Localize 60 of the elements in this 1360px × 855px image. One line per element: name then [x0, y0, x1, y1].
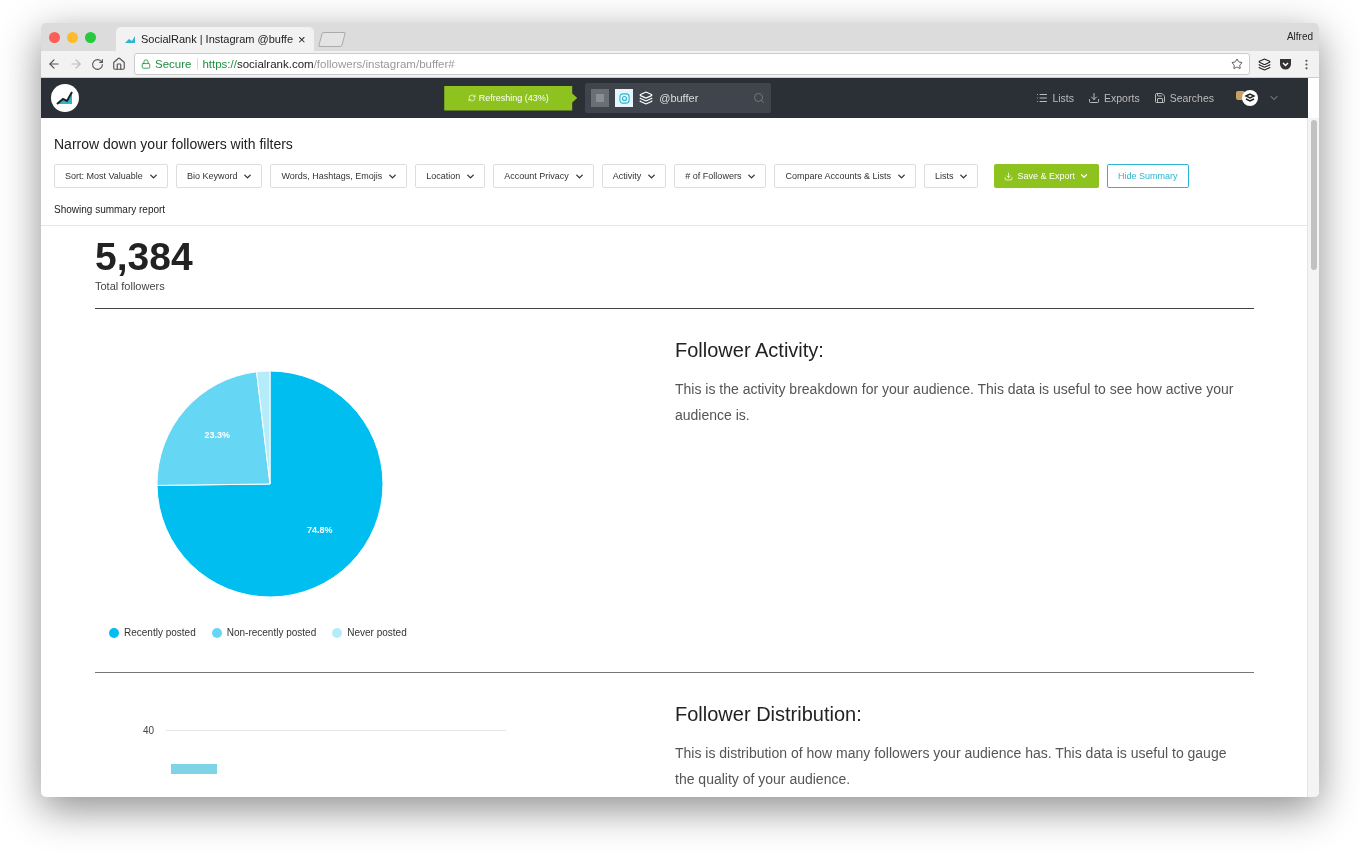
network-toggle[interactable]: [615, 89, 634, 107]
camera-icon: [618, 92, 630, 104]
total-count: 5,384: [95, 234, 194, 280]
section-heading: Follower Distribution:: [675, 703, 863, 726]
secure-label: Secure: [155, 58, 199, 70]
close-icon[interactable]: ×: [298, 31, 306, 47]
total-label: Total followers: [95, 280, 166, 292]
list-icon: [1036, 92, 1049, 104]
lock-icon: [141, 59, 151, 69]
filter-dropdown[interactable]: Compare Accounts & Lists: [774, 164, 916, 188]
search-icon: [753, 92, 766, 104]
legend-item: Non-recently posted: [211, 627, 317, 638]
pocket-icon[interactable]: [1279, 58, 1292, 70]
refresh-icon: [467, 94, 476, 102]
download-icon: [1088, 92, 1101, 104]
slice-label: 74.8%: [307, 525, 333, 536]
section-description: This is distribution of how many followers your audience has. This data is useful to gauge the quality of your audience.: [675, 744, 1228, 789]
home-icon[interactable]: [112, 57, 126, 71]
account-search-field[interactable]: @buffer: [585, 83, 772, 113]
chevron-icon: [1079, 171, 1089, 181]
download-icon: [1004, 171, 1014, 181]
star-icon[interactable]: [1231, 58, 1243, 70]
browser-tab[interactable]: SocialRank | Instagram @buffe ×: [116, 27, 314, 51]
logo-icon[interactable]: [51, 84, 79, 112]
nav-link[interactable]: Exports: [1088, 92, 1140, 104]
search-value: @buffer: [659, 92, 700, 104]
tab-title: SocialRank | Instagram @buffe: [141, 33, 293, 45]
legend-item: Never posted: [332, 627, 407, 638]
scrollbar-thumb[interactable]: [1310, 120, 1317, 270]
avatar-icon[interactable]: [1236, 89, 1260, 107]
section-description: This is the activity breakdown for your audience. This data is useful to see how active your audience is.: [675, 380, 1235, 425]
slice-label: 23.3%: [204, 429, 231, 440]
filter-dropdown[interactable]: Location: [415, 164, 486, 188]
floppy-icon: [1153, 92, 1166, 104]
layers-icon[interactable]: [1258, 57, 1271, 71]
profile-name[interactable]: Alfred: [1286, 31, 1313, 42]
chart-bar: [171, 764, 217, 774]
status-text: Showing summary report: [54, 204, 167, 215]
filter-dropdown[interactable]: Account Privacy: [493, 164, 594, 188]
close-light[interactable]: [49, 31, 60, 43]
filter-dropdown[interactable]: Sort: Most Valuable: [54, 164, 168, 188]
filter-dropdown[interactable]: Words, Hashtags, Emojis: [270, 164, 408, 188]
back-icon[interactable]: [47, 57, 61, 71]
legend-item: Recently posted: [109, 627, 196, 638]
chart-icon: [124, 34, 136, 44]
url-text: https://socialrank.com/followers/instagram/buffer#: [202, 58, 456, 70]
layers-icon: [639, 91, 654, 105]
filter-dropdown[interactable]: Lists: [923, 164, 979, 188]
nav-link[interactable]: Lists: [1036, 92, 1075, 104]
network-toggle[interactable]: [591, 89, 610, 107]
square-icon: [595, 93, 606, 103]
nav-link[interactable]: Searches: [1153, 92, 1214, 104]
reload-icon[interactable]: [91, 57, 104, 71]
filter-dropdown[interactable]: # of Followers: [674, 164, 767, 188]
filter-dropdown[interactable]: Bio Keyword: [175, 164, 263, 188]
address-field[interactable]: Secure https://socialrank.com/followers/instagram/buffer#: [134, 53, 1250, 75]
section-heading: Follower Activity:: [675, 339, 825, 362]
filter-dropdown[interactable]: Activity: [601, 164, 667, 188]
axis-tick: 40: [143, 725, 155, 736]
filters-heading: Narrow down your followers with filters: [54, 136, 294, 152]
